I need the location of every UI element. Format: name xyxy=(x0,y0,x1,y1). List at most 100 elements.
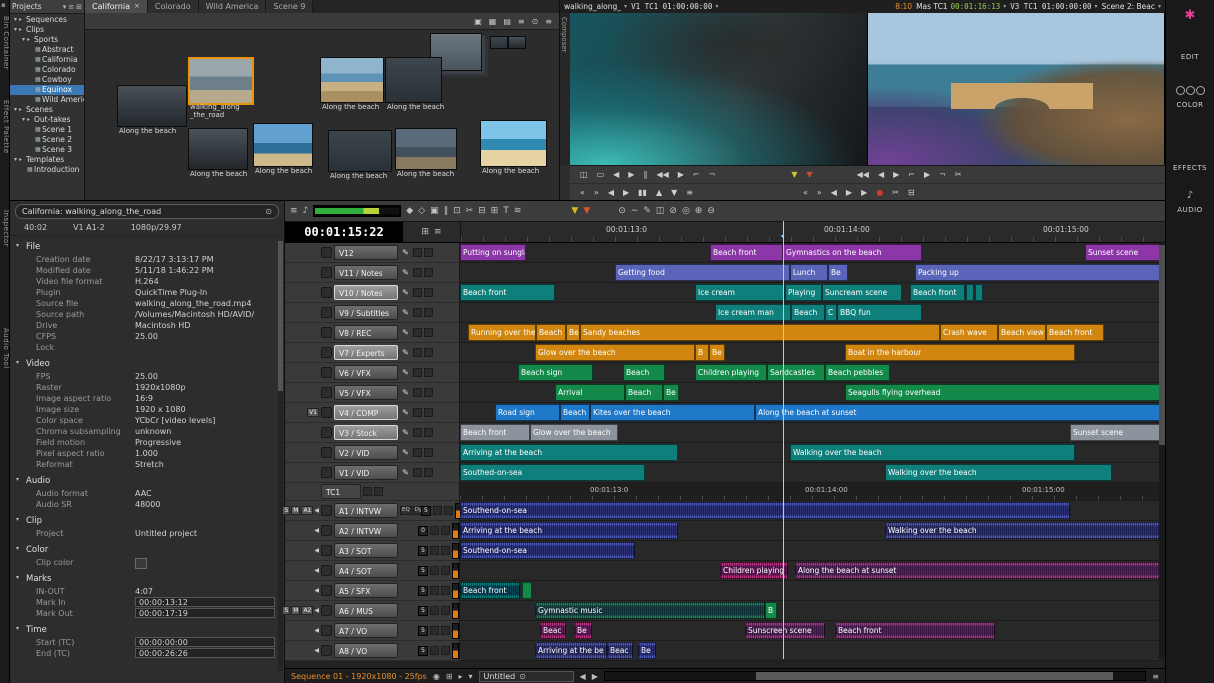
track-monitor-toggle[interactable] xyxy=(441,586,450,595)
track-lane-v1[interactable]: Southed-on-seaWalking over the beach xyxy=(460,463,1165,483)
sync-lock-toggle[interactable] xyxy=(430,586,439,595)
bin-tree-item-clips[interactable]: ▾▸Clips xyxy=(10,25,84,35)
focus-button-icon[interactable]: ◉ xyxy=(433,672,440,681)
audio-meter-menu-icon[interactable]: ♪ xyxy=(303,207,309,216)
section-disclosure-icon[interactable]: ▾ xyxy=(16,545,19,552)
prev-event-icon[interactable]: ◀ xyxy=(608,189,614,197)
bin-tab-scene-9[interactable]: Scene 9 xyxy=(266,0,313,13)
timeline-clip[interactable]: Beach front xyxy=(460,424,530,441)
bin-tree-item-out-takes[interactable]: ▾▸Out-takes xyxy=(10,115,84,125)
timeline-clip[interactable]: Ice cream man xyxy=(715,304,791,321)
timeline-vertical-scrollbar[interactable] xyxy=(1159,241,1165,659)
track-gain-value[interactable]: 0 xyxy=(418,526,428,536)
inspector-search-input[interactable]: California: walking_along_the_road ⊙ xyxy=(15,204,279,219)
mark-clip-icon[interactable]: ▲ xyxy=(656,189,662,197)
add-edit-icon[interactable]: ✂ xyxy=(955,171,962,179)
tree-disclosure-icon[interactable]: ▾ xyxy=(20,35,27,45)
track-select-button-v1[interactable]: V1 / VID xyxy=(334,465,398,480)
timeline-clip[interactable]: Walking over the beach xyxy=(885,522,1165,539)
play-loop-icon[interactable]: ▶ xyxy=(861,189,867,197)
sync-lock-toggle[interactable] xyxy=(413,308,422,317)
record-track-button[interactable] xyxy=(321,347,332,358)
playhead-marker-icon[interactable]: ▾ xyxy=(781,233,784,240)
bin-clip-thumbnail[interactable] xyxy=(490,36,508,49)
sync-lock-toggle[interactable] xyxy=(413,408,422,417)
timeline-clip[interactable] xyxy=(522,582,532,599)
bin-clip-thumbnail[interactable] xyxy=(320,57,384,103)
zoom-out-icon[interactable]: ⊖ xyxy=(707,207,715,216)
pencil-icon[interactable]: ✎ xyxy=(400,408,411,417)
playhead[interactable] xyxy=(783,221,784,659)
bin-tree-item-introduction[interactable]: ▦Introduction xyxy=(10,165,84,175)
record-track-button[interactable] xyxy=(321,505,332,516)
record-track-button[interactable] xyxy=(321,267,332,278)
sync-lock-toggle[interactable] xyxy=(430,546,439,555)
track-gain-value[interactable]: 5 xyxy=(421,506,431,516)
record-track-button[interactable] xyxy=(321,407,332,418)
focus-icon[interactable]: ⊙ xyxy=(618,207,626,216)
track-monitor-toggle[interactable] xyxy=(374,487,383,496)
timeline-clip[interactable]: Seagulls flying overhead xyxy=(845,384,1165,401)
record-track-button[interactable] xyxy=(321,387,332,398)
track-select-button-v3[interactable]: V3 / Stock xyxy=(334,425,398,440)
bin-tree-item-scene-3[interactable]: ▦Scene 3 xyxy=(10,145,84,155)
tree-disclosure-icon[interactable]: ▾ xyxy=(12,25,19,35)
track-lane-v6[interactable]: Beach signBeachChildren playingSandcastl… xyxy=(460,363,1165,383)
track-lane-a4[interactable]: Children playingAlong the beach at sunse… xyxy=(460,561,1165,581)
bin-clip-thumbnail[interactable] xyxy=(480,120,547,167)
timeline-clip[interactable]: Walking over the beach xyxy=(790,444,1075,461)
sync-lock-toggle[interactable] xyxy=(413,248,422,257)
lock-icon[interactable]: ▣ xyxy=(474,17,482,26)
track-lane-a5[interactable]: Beach front xyxy=(460,581,1165,601)
rail-tab-bin-container[interactable]: Bin Container xyxy=(0,16,10,70)
bin-tree-item-sequences[interactable]: ▾▸Sequences xyxy=(10,15,84,25)
sync-lock-toggle[interactable] xyxy=(413,348,422,357)
patch-button-m[interactable]: M xyxy=(291,506,300,515)
timeline-clip[interactable]: Be xyxy=(663,384,679,401)
timeline-clip[interactable]: Sandy beaches xyxy=(580,324,940,341)
sync-lock-toggle[interactable] xyxy=(413,368,422,377)
step-forward-record-icon[interactable]: ▶ xyxy=(893,171,899,179)
track-monitor-toggle[interactable] xyxy=(424,308,433,317)
bin-tree-item-equinox[interactable]: ▦Equinox xyxy=(10,85,84,95)
extract-icon[interactable]: ⊟ xyxy=(478,207,486,216)
sync-lock-toggle[interactable] xyxy=(413,448,422,457)
timeline-clip[interactable]: Playing xyxy=(785,284,822,301)
add-edit-icon[interactable]: ✂ xyxy=(466,207,474,216)
record-track-icon[interactable]: ◎ xyxy=(682,207,690,216)
timeline-clip[interactable]: Beach front xyxy=(1046,324,1104,341)
bin-clip-thumbnail[interactable] xyxy=(395,128,457,170)
projects-dropdown[interactable]: Projects xyxy=(12,2,61,11)
track-lane-v10[interactable]: Beach frontIce creamPlayingSuncream scen… xyxy=(460,283,1165,303)
timeline-clip[interactable]: Gymnastics on the beach xyxy=(783,244,922,261)
track-monitor-toggle[interactable] xyxy=(424,268,433,277)
clear-marks-icon[interactable]: ▼ xyxy=(671,189,677,197)
bin-clip-thumbnail[interactable] xyxy=(188,57,254,105)
tree-disclosure-icon[interactable]: ▾ xyxy=(12,15,19,25)
record-track-button[interactable] xyxy=(321,545,332,556)
sync-lock-toggle[interactable] xyxy=(430,606,439,615)
track-select-button-v6[interactable]: V6 / VFX xyxy=(334,365,398,380)
track-select-button-a3[interactable]: A3 / SOT xyxy=(334,543,398,558)
goto-out-icon[interactable]: ¬ xyxy=(939,171,946,179)
section-header-file[interactable]: ▾File xyxy=(10,240,284,254)
track-select-button-v8[interactable]: V8 / REC xyxy=(334,325,398,340)
timeline-clip[interactable]: Putting on sunglas xyxy=(460,244,526,261)
timeline-clip[interactable]: Gymnastic music xyxy=(535,602,765,619)
patch-button-v1[interactable]: V1 xyxy=(307,408,319,417)
timeline-clip[interactable]: Beach xyxy=(623,364,665,381)
track-monitor-toggle[interactable] xyxy=(424,388,433,397)
mark-out-icon[interactable]: ¬ xyxy=(709,171,716,179)
section-disclosure-icon[interactable]: ▾ xyxy=(16,516,19,523)
bin-tree-item-sports[interactable]: ▾▸Sports xyxy=(10,35,84,45)
frame-view-icon[interactable]: ▦ xyxy=(489,17,497,26)
timeline-clip[interactable]: Southend-on-sea xyxy=(460,542,635,559)
bin-tree-item-cowboy[interactable]: ▦Cowboy xyxy=(10,75,84,85)
step-back-record-icon[interactable]: ◀ xyxy=(878,171,884,179)
text-view-icon[interactable]: ≡ xyxy=(518,17,525,26)
sync-lock-toggle[interactable] xyxy=(413,468,422,477)
source-clip-menu[interactable]: walking_along_▾ xyxy=(564,2,627,11)
source-record-toggle-icon[interactable]: ◫ xyxy=(580,171,588,179)
track-lane-a8[interactable]: Arriving at the beBeacBe xyxy=(460,641,1165,661)
rewind-icon[interactable]: ◀◀ xyxy=(656,171,668,179)
